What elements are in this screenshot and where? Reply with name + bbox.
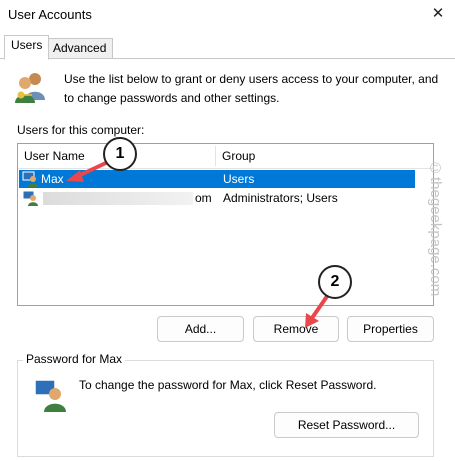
intro-text: Use the list below to grant or deny user… [64, 72, 439, 105]
users-listview[interactable]: User Name Group Max Users om Administrat… [17, 143, 434, 306]
column-header-username[interactable]: User Name [18, 144, 85, 168]
users-list-label: Users for this computer: [17, 123, 145, 137]
user-group-cell: Users [223, 172, 255, 186]
watermark: ©thegeekpage.com [427, 160, 444, 297]
user-icon [22, 171, 38, 187]
table-row[interactable]: Max Users [19, 170, 415, 188]
step-2-marker: 2 [318, 265, 352, 299]
window-title: User Accounts [8, 7, 92, 22]
tab-advanced[interactable]: Advanced [46, 38, 114, 60]
password-instructions: To change the password for Max, click Re… [79, 378, 377, 392]
add-user-button[interactable]: Add... [157, 316, 244, 342]
user-name-cell: om [195, 191, 212, 205]
tab-users[interactable]: Users [4, 35, 50, 60]
reset-password-button[interactable]: Reset Password... [274, 412, 419, 438]
remove-user-button[interactable]: Remove [253, 316, 339, 342]
title-bar: User Accounts ✕ [0, 0, 455, 30]
listview-header: User Name Group [18, 144, 433, 169]
column-header-group[interactable]: Group [216, 144, 255, 168]
user-accounts-window: User Accounts ✕ Users Advanced Use the l… [0, 0, 455, 461]
close-icon[interactable]: ✕ [425, 2, 451, 26]
password-group-title: Password for Max [23, 352, 126, 366]
redacted-username [43, 192, 193, 205]
users-icon [15, 73, 45, 103]
properties-button[interactable]: Properties [347, 316, 434, 342]
password-groupbox [17, 360, 434, 457]
user-name-cell: Max [41, 172, 64, 186]
user-group-cell: Administrators; Users [223, 191, 338, 205]
user-icon [22, 190, 38, 206]
step-1-marker: 1 [103, 137, 137, 171]
table-row[interactable]: om Administrators; Users [19, 189, 415, 207]
user-account-icon [34, 379, 66, 412]
